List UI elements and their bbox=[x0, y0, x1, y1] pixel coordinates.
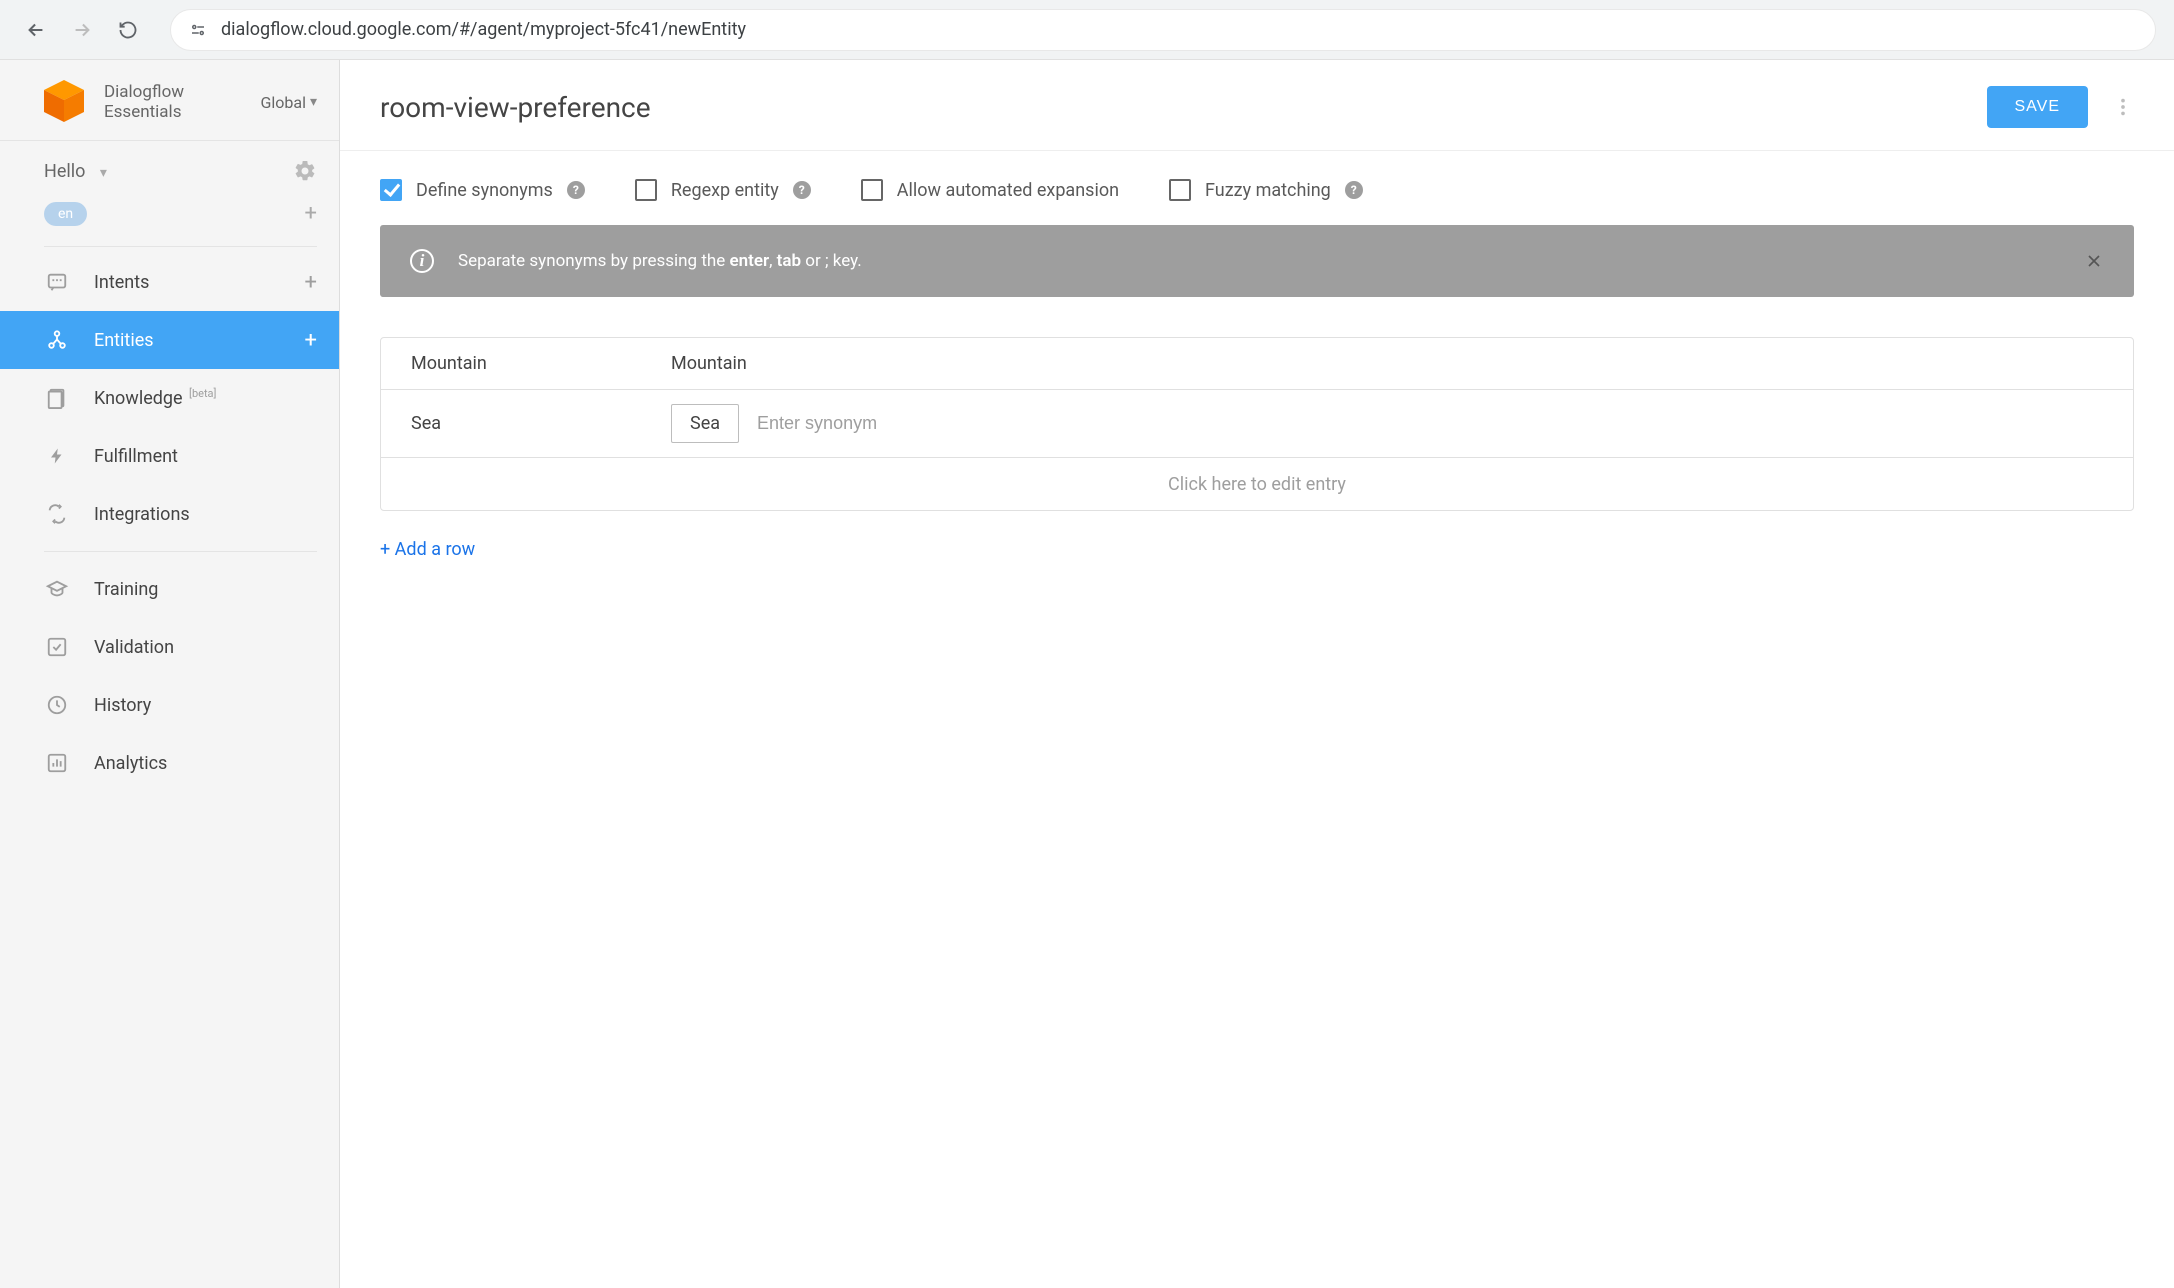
url-bar[interactable]: dialogflow.cloud.google.com/#/agent/mypr… bbox=[170, 9, 2156, 51]
sidebar-item-label: Fulfillment bbox=[94, 446, 178, 467]
option-define-synonyms[interactable]: Define synonyms ? bbox=[380, 179, 585, 201]
checkbox[interactable] bbox=[861, 179, 883, 201]
arrow-left-icon bbox=[25, 19, 47, 41]
fulfillment-icon bbox=[44, 443, 70, 469]
browser-chrome: dialogflow.cloud.google.com/#/agent/mypr… bbox=[0, 0, 2174, 60]
intents-icon bbox=[44, 269, 70, 295]
entities-icon bbox=[44, 327, 70, 353]
entity-synonyms[interactable]: Sea bbox=[671, 404, 2103, 443]
sidebar-item-label: History bbox=[94, 695, 151, 716]
dialogflow-logo-icon bbox=[40, 78, 88, 126]
region-selector[interactable]: Global bbox=[260, 93, 317, 112]
info-icon: i bbox=[410, 249, 434, 273]
sidebar-item-label: Entities bbox=[94, 330, 154, 351]
logo-row: Dialogflow Essentials Global bbox=[0, 60, 339, 140]
sidebar-item-validation[interactable]: Validation bbox=[0, 618, 339, 676]
entity-row[interactable]: Sea Sea bbox=[381, 390, 2133, 458]
sidebar-item-label: Integrations bbox=[94, 504, 190, 525]
checkbox[interactable] bbox=[635, 179, 657, 201]
reload-icon bbox=[118, 20, 138, 40]
info-banner: i Separate synonyms by pressing the ente… bbox=[380, 225, 2134, 297]
sidebar: Dialogflow Essentials Global Hello en + bbox=[0, 60, 340, 1288]
synonym-input[interactable] bbox=[757, 413, 977, 434]
sidebar-item-label: Analytics bbox=[94, 753, 167, 774]
history-icon bbox=[44, 692, 70, 718]
save-button[interactable]: SAVE bbox=[1987, 86, 2089, 128]
synonym-chip[interactable]: Sea bbox=[671, 404, 739, 443]
entity-table: Mountain Mountain Sea Sea Click here to … bbox=[380, 337, 2134, 511]
entity-options: Define synonyms ? Regexp entity ? Allow … bbox=[340, 151, 2174, 225]
agent-selector-row: Hello bbox=[0, 141, 339, 195]
help-icon[interactable]: ? bbox=[567, 181, 585, 199]
option-fuzzy-matching[interactable]: Fuzzy matching ? bbox=[1169, 179, 1363, 201]
sidebar-item-analytics[interactable]: Analytics bbox=[0, 734, 339, 792]
entity-row[interactable]: Mountain Mountain bbox=[381, 338, 2133, 390]
sidebar-item-entities[interactable]: Entities + bbox=[0, 311, 339, 369]
sidebar-item-label: Validation bbox=[94, 637, 174, 658]
product-name: Dialogflow Essentials bbox=[104, 82, 184, 123]
option-auto-expansion[interactable]: Allow automated expansion bbox=[861, 179, 1119, 201]
sidebar-item-integrations[interactable]: Integrations bbox=[0, 485, 339, 543]
entity-more-button[interactable] bbox=[2112, 96, 2134, 118]
product-line2: Essentials bbox=[104, 102, 184, 122]
help-icon[interactable]: ? bbox=[1345, 181, 1363, 199]
checkbox[interactable] bbox=[1169, 179, 1191, 201]
site-settings-icon[interactable] bbox=[189, 21, 207, 39]
entity-name[interactable]: room-view-preference bbox=[380, 91, 651, 124]
url-text: dialogflow.cloud.google.com/#/agent/mypr… bbox=[221, 19, 746, 40]
validation-icon bbox=[44, 634, 70, 660]
option-regexp[interactable]: Regexp entity ? bbox=[635, 179, 811, 201]
add-intent-button[interactable]: + bbox=[305, 270, 317, 295]
empty-row-placeholder: Click here to edit entry bbox=[1168, 474, 1346, 495]
back-button[interactable] bbox=[18, 12, 54, 48]
gear-icon bbox=[293, 159, 317, 183]
entity-value[interactable]: Sea bbox=[411, 413, 671, 434]
help-icon[interactable]: ? bbox=[793, 181, 811, 199]
checkbox[interactable] bbox=[380, 179, 402, 201]
forward-button bbox=[64, 12, 100, 48]
knowledge-icon bbox=[44, 385, 70, 411]
entity-value[interactable]: Mountain bbox=[411, 353, 671, 374]
sidebar-item-history[interactable]: History bbox=[0, 676, 339, 734]
language-pill[interactable]: en bbox=[44, 202, 87, 226]
agent-dropdown[interactable]: Hello bbox=[44, 161, 107, 182]
sidebar-item-knowledge[interactable]: Knowledge [beta] bbox=[0, 369, 339, 427]
product-line1: Dialogflow bbox=[104, 82, 184, 102]
sidebar-item-fulfillment[interactable]: Fulfillment bbox=[0, 427, 339, 485]
add-language-button[interactable]: + bbox=[305, 201, 317, 226]
option-label: Allow automated expansion bbox=[897, 180, 1119, 201]
sidebar-item-training[interactable]: Training bbox=[0, 560, 339, 618]
training-icon bbox=[44, 576, 70, 602]
option-label: Define synonyms bbox=[416, 180, 553, 201]
sidebar-item-label: Training bbox=[94, 579, 158, 600]
add-entity-button[interactable]: + bbox=[305, 328, 317, 353]
sidebar-item-label: Knowledge [beta] bbox=[94, 387, 216, 409]
close-banner-button[interactable] bbox=[2084, 251, 2104, 271]
beta-badge: [beta] bbox=[189, 387, 216, 400]
sidebar-item-label: Intents bbox=[94, 272, 149, 293]
arrow-right-icon bbox=[71, 19, 93, 41]
more-vertical-icon bbox=[2112, 96, 2134, 118]
integrations-icon bbox=[44, 501, 70, 527]
entity-empty-row[interactable]: Click here to edit entry bbox=[381, 458, 2133, 510]
analytics-icon bbox=[44, 750, 70, 776]
main-content: room-view-preference SAVE Define synonym… bbox=[340, 60, 2174, 1288]
reload-button[interactable] bbox=[110, 12, 146, 48]
banner-text: Separate synonyms by pressing the enter,… bbox=[458, 251, 862, 271]
agent-settings-button[interactable] bbox=[293, 159, 317, 183]
language-row: en + bbox=[0, 195, 339, 240]
sidebar-item-intents[interactable]: Intents + bbox=[0, 253, 339, 311]
option-label: Regexp entity bbox=[671, 180, 779, 201]
entity-header: room-view-preference SAVE bbox=[340, 60, 2174, 151]
sidebar-nav: Intents + Entities + Knowledge [beta] bbox=[0, 253, 339, 792]
option-label: Fuzzy matching bbox=[1205, 180, 1331, 201]
entity-synonyms[interactable]: Mountain bbox=[671, 353, 2103, 374]
close-icon bbox=[2084, 251, 2104, 271]
synonym-item: Mountain bbox=[671, 353, 747, 374]
add-row-link[interactable]: + Add a row bbox=[380, 539, 475, 560]
